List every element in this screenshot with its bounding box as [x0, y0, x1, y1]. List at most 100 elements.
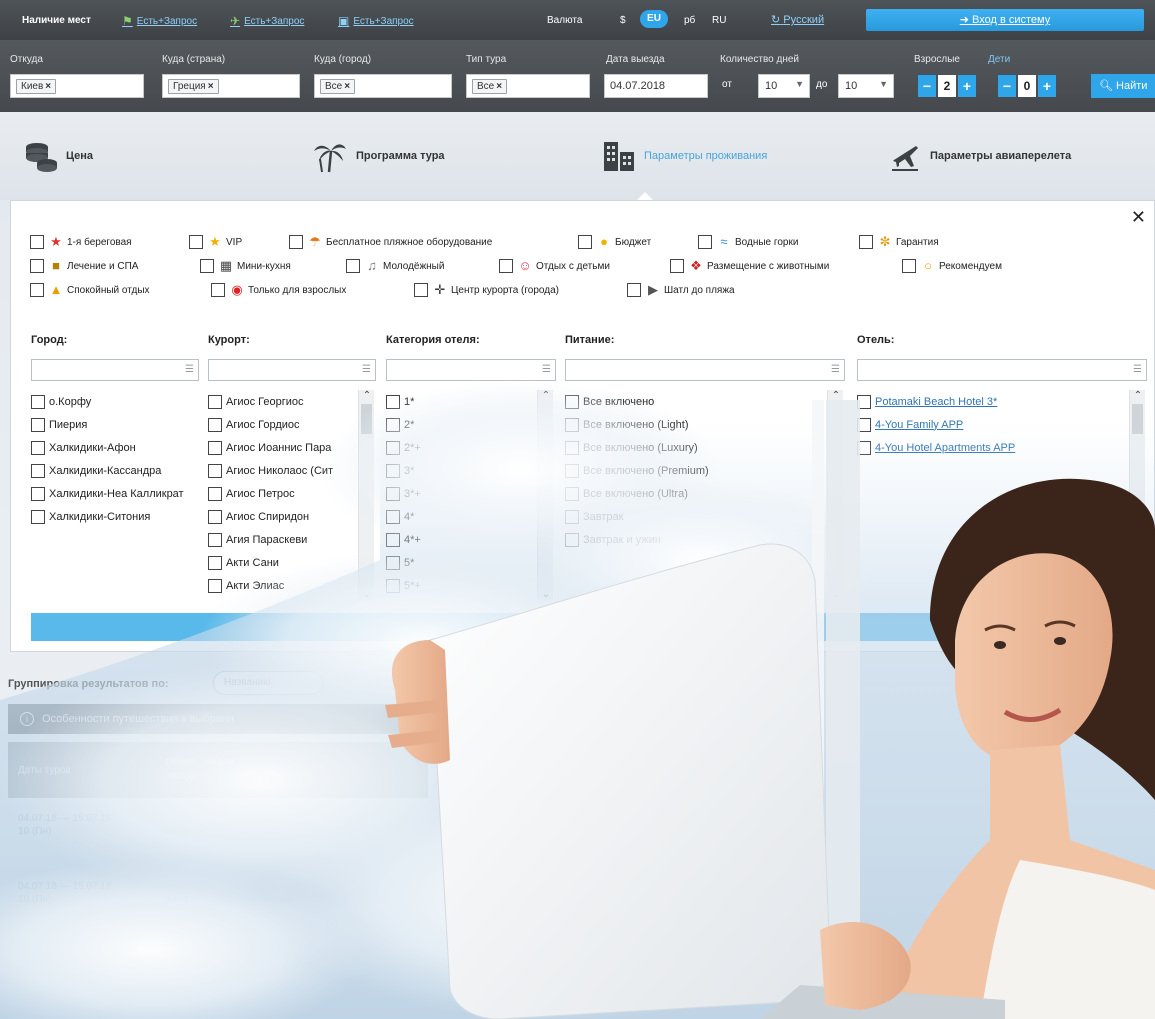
- list-item[interactable]: 5*+: [386, 574, 526, 597]
- checkbox[interactable]: [208, 486, 222, 501]
- checkbox[interactable]: [902, 259, 916, 273]
- feature-budget[interactable]: ● Бюджет: [578, 235, 651, 249]
- feature-vip[interactable]: ★ VIP: [189, 235, 242, 249]
- resort-search-input[interactable]: ☰: [208, 359, 376, 381]
- list-item[interactable]: 2*: [386, 413, 526, 436]
- availability-hotel[interactable]: ⚑ Есть+Запрос: [122, 14, 197, 28]
- feature-waterslides[interactable]: ≈ Водные горки: [698, 235, 798, 249]
- hotel-link[interactable]: 4-You Hotel Apartments APP: [875, 442, 1015, 454]
- checkbox[interactable]: [565, 440, 579, 455]
- currency-eur[interactable]: EU: [640, 10, 668, 28]
- checkbox[interactable]: [208, 394, 222, 409]
- checkbox[interactable]: [211, 283, 225, 297]
- checkbox[interactable]: [208, 417, 222, 432]
- remove-chip-icon[interactable]: ×: [344, 81, 350, 92]
- checkbox[interactable]: [565, 532, 579, 547]
- hotel-search-input[interactable]: ☰: [857, 359, 1147, 381]
- checkbox[interactable]: [386, 509, 400, 524]
- tab-tour-program[interactable]: Программа тура: [312, 138, 445, 174]
- list-item[interactable]: Все включено: [565, 390, 825, 413]
- days-to-select[interactable]: 10 ▼: [838, 74, 894, 98]
- checkbox[interactable]: [386, 555, 400, 570]
- category-scrollbar[interactable]: ⌃ ⌄: [537, 390, 553, 600]
- list-item[interactable]: Агиос Николаос (Сит: [208, 459, 356, 482]
- checkbox[interactable]: [565, 486, 579, 501]
- country-field[interactable]: Греция ×: [162, 74, 300, 98]
- feature-beach-shuttle[interactable]: ▶ Шатл до пляжа: [627, 283, 735, 297]
- list-item[interactable]: Завтрак: [565, 505, 825, 528]
- from-field[interactable]: Киев ×: [10, 74, 144, 98]
- checkbox[interactable]: [578, 235, 592, 249]
- checkbox[interactable]: [289, 235, 303, 249]
- list-item[interactable]: Агиос Петрос: [208, 482, 356, 505]
- list-item[interactable]: Халкидики-Афон: [31, 436, 199, 459]
- table-row[interactable]: 04.07.18 — 15.07.18 10 (Пн): [18, 812, 111, 838]
- feature-mini-kitchen[interactable]: ▦ Мини-кухня: [200, 259, 291, 273]
- list-item[interactable]: 4*+: [386, 528, 526, 551]
- checkbox[interactable]: [565, 463, 579, 478]
- checkbox[interactable]: [30, 259, 44, 273]
- checkbox[interactable]: [857, 417, 871, 432]
- checkbox[interactable]: [386, 578, 400, 593]
- list-item[interactable]: Завтрак и ужин: [565, 528, 825, 551]
- checkbox[interactable]: [346, 259, 360, 273]
- feature-with-kids[interactable]: ☺ Отдых с детьми: [499, 259, 610, 273]
- feature-resort-center[interactable]: ✛ Центр курорта (города): [414, 283, 559, 297]
- checkbox[interactable]: [31, 486, 45, 501]
- checkbox[interactable]: [698, 235, 712, 249]
- list-item[interactable]: Все включено (Ultra): [565, 482, 825, 505]
- tour-type-field[interactable]: Все ×: [466, 74, 590, 98]
- checkbox[interactable]: [208, 509, 222, 524]
- checkbox[interactable]: [414, 283, 428, 297]
- feature-pets[interactable]: ❖ Размещение с животными: [670, 259, 829, 273]
- checkbox[interactable]: [565, 509, 579, 524]
- checkbox[interactable]: [857, 394, 871, 409]
- checkbox[interactable]: [189, 235, 203, 249]
- checkbox[interactable]: [386, 486, 400, 501]
- days-from-select[interactable]: 10 ▼: [758, 74, 810, 98]
- scroll-down-icon[interactable]: ⌄: [828, 589, 844, 600]
- currency-byn[interactable]: рб: [684, 15, 695, 26]
- list-item[interactable]: Агиос Георгиос: [208, 390, 356, 413]
- checkbox[interactable]: [565, 394, 579, 409]
- apply-filters-bar[interactable]: [31, 613, 1141, 641]
- scroll-thumb[interactable]: [1132, 404, 1143, 434]
- checkbox[interactable]: [499, 259, 513, 273]
- checkbox[interactable]: [31, 394, 45, 409]
- checkbox[interactable]: [208, 532, 222, 547]
- meals-scrollbar[interactable]: ⌃ ⌄: [827, 390, 843, 600]
- tab-accommodation[interactable]: Параметры проживания: [602, 138, 767, 174]
- checkbox[interactable]: [857, 440, 871, 455]
- feature-adults-only[interactable]: ◉ Только для взрослых: [211, 283, 346, 297]
- grouping-select[interactable]: Названию: [213, 671, 323, 695]
- availability-bus[interactable]: ▣ Есть+Запрос: [338, 14, 414, 28]
- city-search-input[interactable]: ☰: [31, 359, 199, 381]
- feature-free-beach-equipment[interactable]: ☂ Бесплатное пляжное оборудование: [289, 235, 492, 249]
- feature-first-line[interactable]: ★ 1-я береговая: [30, 235, 132, 249]
- list-item[interactable]: Все включено (Light): [565, 413, 825, 436]
- checkbox[interactable]: [200, 259, 214, 273]
- list-item[interactable]: Халкидики-Неа Калликрат: [31, 482, 199, 505]
- checkbox[interactable]: [386, 532, 400, 547]
- list-item[interactable]: о.Корфу: [31, 390, 199, 413]
- currency-rub[interactable]: RU: [712, 15, 726, 26]
- hotel-scrollbar[interactable]: ⌃: [1129, 390, 1145, 600]
- hotel-link[interactable]: 4-You Family APP: [875, 419, 963, 431]
- resort-scrollbar[interactable]: ⌃ ⌄: [358, 390, 374, 600]
- from-chip[interactable]: Киев ×: [16, 79, 57, 94]
- list-item[interactable]: 3*+: [386, 482, 526, 505]
- feature-spa[interactable]: ■ Лечение и СПА: [30, 259, 138, 273]
- feature-youth[interactable]: ♫ Молодёжный: [346, 259, 444, 273]
- remove-chip-icon[interactable]: ×: [208, 81, 214, 92]
- currency-usd[interactable]: $: [620, 15, 626, 26]
- scroll-up-icon[interactable]: ⌃: [828, 390, 844, 401]
- scroll-up-icon[interactable]: ⌃: [1130, 390, 1146, 401]
- checkbox[interactable]: [30, 283, 44, 297]
- remove-chip-icon[interactable]: ×: [496, 81, 502, 92]
- login-button[interactable]: ➜ Вход в систему: [866, 9, 1144, 31]
- feature-calm[interactable]: ▲ Спокойный отдых: [30, 283, 150, 297]
- scroll-up-icon[interactable]: ⌃: [359, 390, 375, 401]
- tab-price[interactable]: Цена: [24, 138, 93, 174]
- departure-date-input[interactable]: 04.07.2018: [604, 74, 708, 98]
- checkbox[interactable]: [386, 440, 400, 455]
